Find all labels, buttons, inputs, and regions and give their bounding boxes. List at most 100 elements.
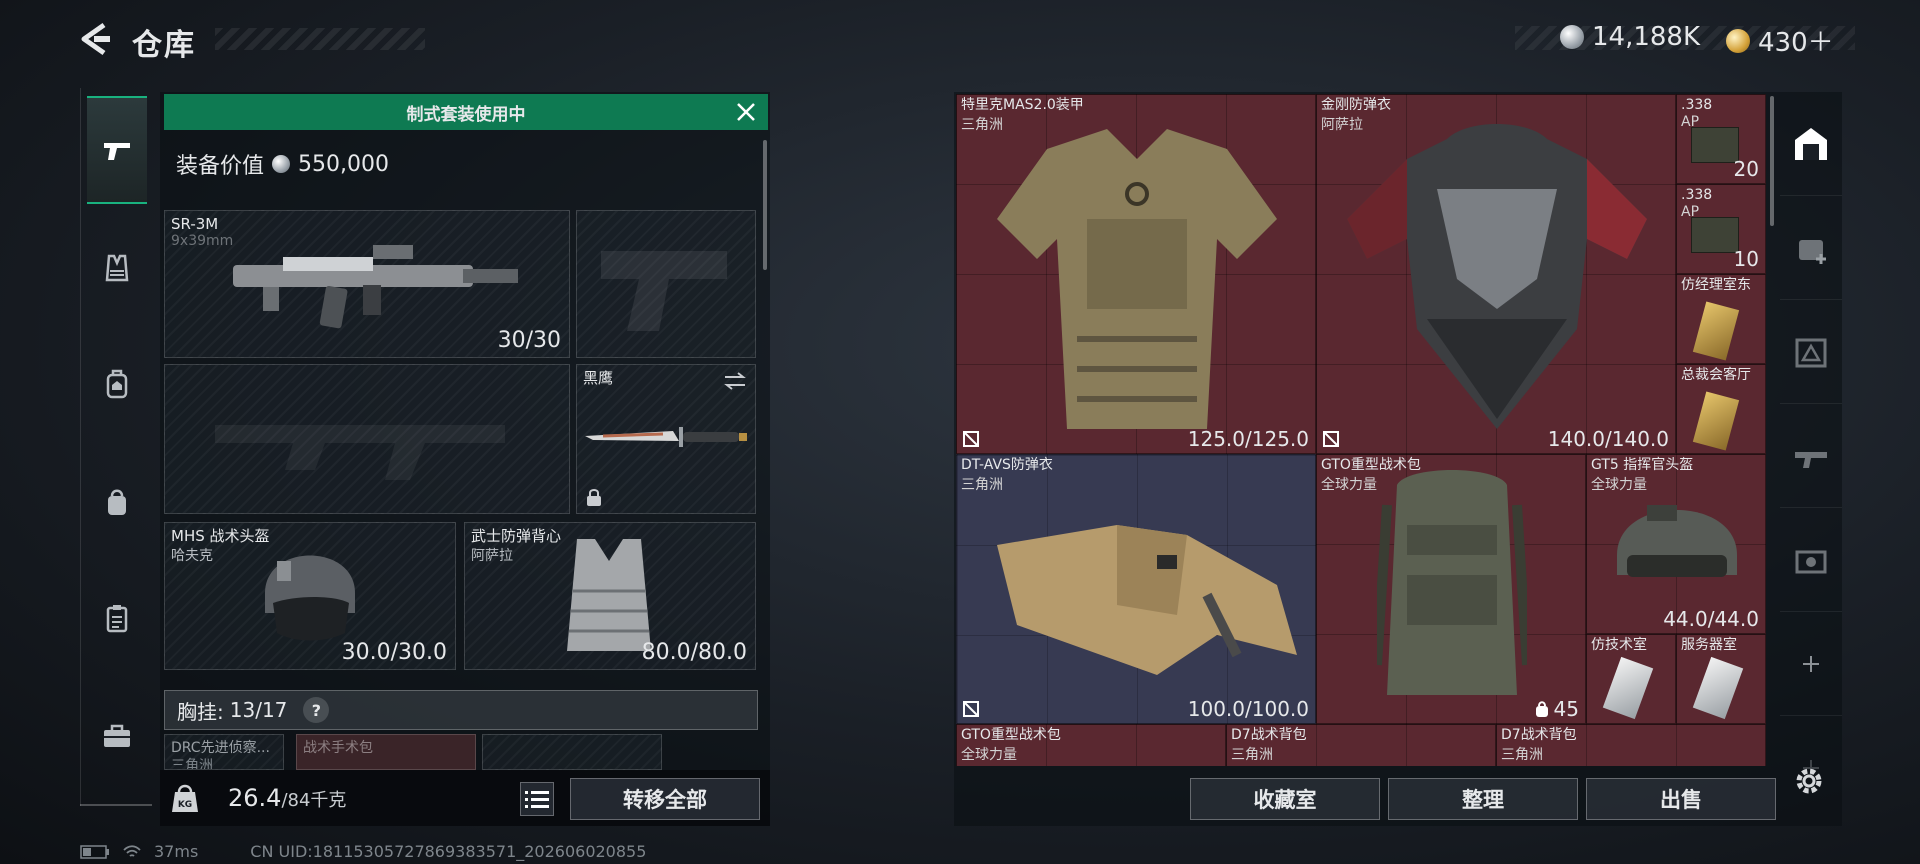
tab-storage-4-gear[interactable] <box>1780 508 1842 612</box>
item-name: 仿经理室东 <box>1681 277 1751 293</box>
ping-text: 37ms <box>154 842 199 861</box>
storage-item[interactable]: 特里克MAS2.0装甲 三角洲 125.0/125.0 <box>956 94 1316 454</box>
item-count: 20 <box>1733 157 1759 181</box>
list-icon <box>525 791 549 808</box>
no-insure-icon <box>963 701 979 717</box>
melee-slot[interactable]: 黑鹰 <box>576 364 756 514</box>
secondary-weapon-slot-empty[interactable] <box>164 364 570 514</box>
storage-scrollbar[interactable] <box>1770 96 1774 226</box>
storage-item[interactable]: GT5 指挥官头盔 全球力量 44.0/44.0 <box>1586 454 1766 634</box>
nav-divider <box>80 804 152 806</box>
gold-currency[interactable]: 430＋ <box>1726 22 1834 59</box>
transfer-all-button[interactable]: 转移全部 <box>570 778 760 820</box>
uid-text: CN UID:18115305727869383571_202606020855 <box>250 842 647 861</box>
add-storage-button[interactable] <box>1780 612 1842 716</box>
tab-storage-3-weapon[interactable] <box>1780 404 1842 508</box>
help-icon[interactable]: ? <box>303 697 330 723</box>
gold-amount: 430＋ <box>1758 28 1834 58</box>
ammo-box-image <box>1691 127 1739 163</box>
loadout-scrollbar[interactable] <box>763 140 767 270</box>
nav-medical[interactable] <box>87 564 147 672</box>
sidearm-slot-empty[interactable] <box>576 210 756 358</box>
item-name: .338 <box>1681 187 1713 203</box>
status-bar: 37ms CN UID:18115305727869383571_2026060… <box>80 842 646 861</box>
helmet-image <box>1617 505 1737 577</box>
nav-backpack[interactable] <box>87 330 147 438</box>
helmet-slot[interactable]: MHS 战术头盔 哈夫克 30.0/30.0 <box>164 522 456 670</box>
collection-room-button[interactable]: 收藏室 <box>1190 778 1380 820</box>
storage-item[interactable]: 仿技术室 <box>1586 634 1676 724</box>
silver-coin-icon <box>272 155 291 173</box>
storage-grid: 特里克MAS2.0装甲 三角洲 125.0/125.0 金刚防弹衣 阿萨拉 14… <box>956 94 1766 766</box>
armor-image <box>997 129 1277 429</box>
chest-rig-capacity: 13/17 <box>229 698 288 722</box>
settings-gear-icon[interactable] <box>1792 764 1826 798</box>
left-category-nav <box>80 88 152 806</box>
nav-toolbox[interactable] <box>87 682 147 790</box>
rifle-silhouette-icon <box>215 425 505 480</box>
rig-item[interactable]: 战术手术包 <box>296 734 476 770</box>
helmet-maker: 哈夫克 <box>171 548 213 564</box>
title-decoration <box>215 28 425 50</box>
chest-rig-label: 胸挂: <box>177 699 224 724</box>
melee-name: 黑鹰 <box>583 369 614 387</box>
rig-item-maker: 三角洲 <box>171 758 213 770</box>
weapon-name: SR-3M <box>171 215 219 233</box>
nav-weapons[interactable] <box>87 96 147 204</box>
plus-icon <box>1803 655 1819 672</box>
storage-item[interactable]: 总裁会客厅 <box>1676 364 1766 454</box>
pistol-icon <box>104 143 130 160</box>
storage-item[interactable]: D7战术背包 三角洲 <box>1496 724 1766 766</box>
armor-maker: 阿萨拉 <box>471 548 513 564</box>
weapon-ammo-count: 30/30 <box>497 328 561 353</box>
storage-item[interactable]: D7战术背包 三角洲 <box>1226 724 1496 766</box>
rig-item-empty[interactable] <box>482 734 662 770</box>
item-name: GT5 指挥官头盔 <box>1591 457 1694 473</box>
back-arrow-icon[interactable] <box>78 22 112 56</box>
knife-image <box>585 427 747 447</box>
item-name: 服务器室 <box>1681 637 1737 653</box>
silver-currency[interactable]: 14,188K <box>1560 22 1700 52</box>
storage-item[interactable]: GTO重型战术包 全球力量 <box>956 724 1226 766</box>
tab-storage-4-medical[interactable] <box>1780 196 1842 300</box>
equip-value-amount: 550,000 <box>298 151 389 177</box>
keycard-image <box>1692 301 1740 361</box>
storage-item[interactable]: .338 AP 10 <box>1676 184 1766 274</box>
chest-rig-bar[interactable]: 胸挂: 13/17 ? <box>164 690 758 730</box>
rig-item-name: 战术手术包 <box>303 740 373 756</box>
rifle-image <box>233 245 518 329</box>
list-view-button[interactable] <box>520 782 554 816</box>
item-durability: 140.0/140.0 <box>1547 427 1669 451</box>
storage-item[interactable]: .338 AP 20 <box>1676 94 1766 184</box>
item-count: 10 <box>1733 247 1759 271</box>
item-maker: 三角洲 <box>961 477 1003 493</box>
silver-amount: 14,188K <box>1592 22 1701 52</box>
item-maker: 三角洲 <box>1501 747 1543 763</box>
tab-warehouse[interactable] <box>1780 92 1842 196</box>
item-name: .338 <box>1681 97 1713 113</box>
storage-item[interactable]: 金刚防弹衣 阿萨拉 140.0/140.0 <box>1316 94 1676 454</box>
organize-button[interactable]: 整理 <box>1388 778 1578 820</box>
nav-bag[interactable] <box>87 448 147 556</box>
body-armor-slot[interactable]: 武士防弹背心 阿萨拉 80.0/80.0 <box>464 522 756 670</box>
equip-value: 装备价值 550,000 <box>176 148 389 180</box>
nav-armor[interactable] <box>87 214 147 322</box>
keycard-image <box>1692 656 1744 720</box>
sell-button[interactable]: 出售 <box>1586 778 1776 820</box>
storage-item[interactable]: 服务器室 <box>1676 634 1766 724</box>
storage-tabs <box>1780 92 1842 826</box>
storage-item[interactable]: GTO重型战术包 全球力量 45 <box>1316 454 1586 724</box>
item-name: DT-AVS防弹衣 <box>961 457 1053 473</box>
close-icon[interactable] <box>734 100 758 124</box>
item-name: D7战术背包 <box>1501 727 1577 743</box>
swap-icon[interactable] <box>723 371 747 391</box>
no-insure-icon <box>963 431 979 447</box>
storage-item[interactable]: DT-AVS防弹衣 三角洲 100.0/100.0 <box>956 454 1316 724</box>
rig-item[interactable]: DRC先进侦察... 三角洲 <box>164 734 284 770</box>
page-title: 仓库 <box>132 28 196 63</box>
tab-storage-3-lab[interactable] <box>1780 300 1842 404</box>
battery-icon <box>80 844 109 859</box>
primary-weapon-slot[interactable]: SR-3M 9x39mm 30/30 <box>164 210 570 358</box>
storage-item[interactable]: 仿经理室东 <box>1676 274 1766 364</box>
armor-durability: 80.0/80.0 <box>641 640 747 665</box>
